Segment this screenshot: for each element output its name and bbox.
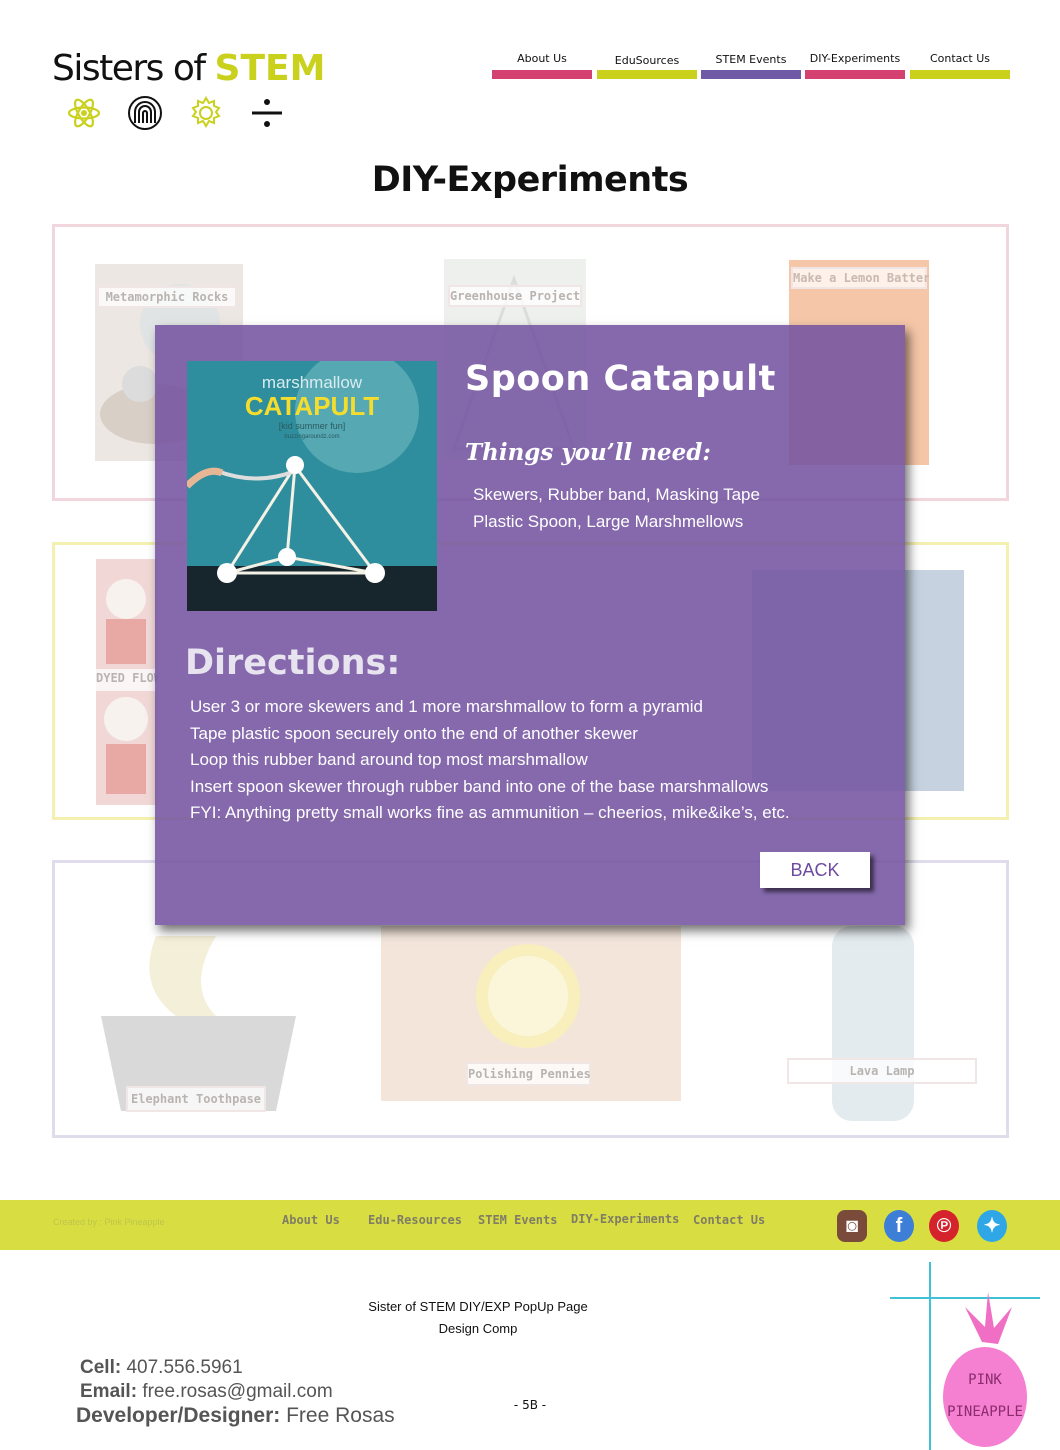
card-caption: Make a Lemon Battery	[791, 267, 929, 289]
cell-label: Cell:	[80, 1357, 122, 1378]
page-number: - 5B -	[513, 1398, 547, 1412]
comp-caption-line: Sister of STEM DIY/EXP PopUp Page	[368, 1299, 588, 1314]
page-title: DIY-Experiments	[371, 160, 689, 200]
directions-list: User 3 or more skewers and 1 more marshm…	[190, 694, 790, 827]
supplies-line: Skewers, Rubber band, Masking Tape	[473, 485, 760, 504]
cell-value: 407.556.5961	[126, 1357, 243, 1378]
pinterest-icon[interactable]: ℗	[929, 1210, 959, 1242]
nav-item-contact[interactable]: Contact Us	[910, 52, 1010, 80]
nav-underline	[805, 70, 905, 79]
nav-label: About Us	[517, 52, 567, 65]
experiment-card-dyed-flowers[interactable]: DYED FLOW	[96, 559, 158, 805]
logo-wordmark: Sisters of STEM	[52, 48, 326, 89]
gear-icon	[188, 95, 224, 131]
nav-label: Contact Us	[929, 52, 991, 65]
directions-heading: Directions:	[185, 643, 401, 683]
pink-pineapple-logo: PINK PINEAPPLE	[890, 1262, 1040, 1450]
experiment-card-elephant-toothpaste[interactable]: Elephant Toothpase	[96, 926, 306, 1126]
image-text-line2: CATAPULT	[244, 391, 380, 421]
brand-mark-line2: PINEAPPLE	[947, 1404, 1023, 1420]
supplies-line: Plastic Spoon, Large Marshmellows	[473, 512, 744, 531]
experiment-card-polishing-pennies[interactable]: Polishing Pennies	[381, 926, 681, 1101]
dev-label: Developer/Designer:	[76, 1404, 281, 1427]
image-text-line4: buzzingaroundz.com	[284, 434, 340, 440]
direction-step: Insert spoon skewer through rubber band …	[190, 776, 769, 796]
twitter-icon[interactable]: ✦	[977, 1210, 1007, 1242]
comp-caption: Sister of STEM DIY/EXP PopUp Page Design…	[300, 1296, 656, 1340]
experiment-card-lava-lamp[interactable]: Lava Lamp	[787, 926, 977, 1126]
supplies-list: Skewers, Rubber band, Masking Tape Plast…	[473, 481, 760, 535]
comp-caption-line: Design Comp	[438, 1321, 518, 1336]
dev-value: Free Rosas	[286, 1404, 395, 1427]
card-caption: Lava Lamp	[787, 1058, 977, 1084]
image-text-line1: marshmallow	[261, 373, 363, 392]
instagram-icon[interactable]: ◙	[837, 1210, 867, 1242]
things-needed-heading: Things you’ll need:	[465, 439, 711, 466]
site-footer: Created by : Pink Pineapple About Us Edu…	[0, 1200, 1060, 1250]
direction-step: Tape plastic spoon securely onto the end…	[190, 723, 638, 743]
top-navigation: About Us EduSources STEM Events DIY-Expe…	[492, 52, 1010, 82]
site-logo[interactable]: Sisters of STEM	[52, 48, 325, 138]
nav-underline	[701, 70, 801, 79]
card-caption: Metamorphic Rocks	[97, 286, 237, 308]
fingerprint-icon	[127, 95, 163, 131]
image-text-line3: [kid summer fun]	[278, 421, 346, 431]
divide-icon	[249, 95, 285, 131]
email-label: Email:	[80, 1381, 138, 1402]
back-button[interactable]: BACK	[760, 852, 870, 888]
nav-item-diy-experiments[interactable]: DIY-Experiments	[805, 52, 905, 80]
experiment-thumbnail	[832, 926, 914, 1121]
experiment-title: Spoon Catapult	[465, 359, 776, 399]
nav-item-edusources[interactable]: EduSources	[597, 52, 697, 80]
catapult-image: marshmallow CATAPULT [kid summer fun] bu…	[187, 361, 437, 611]
footer-link-about[interactable]: About Us	[282, 1213, 340, 1227]
card-caption: Greenhouse Project	[448, 285, 582, 307]
direction-step: Loop this rubber band around top most ma…	[190, 750, 588, 769]
nav-label: STEM Events	[715, 53, 787, 66]
nav-item-stem-events[interactable]: STEM Events	[701, 52, 801, 80]
logo-icons	[66, 96, 285, 130]
card-caption: DYED FLOW	[96, 669, 158, 691]
footer-link-diy-experiments[interactable]: DIY-Experiments	[571, 1212, 679, 1226]
pineapple-icon	[890, 1262, 1040, 1450]
footer-credit: Created by : Pink Pineapple	[53, 1217, 165, 1227]
nav-item-about[interactable]: About Us	[492, 52, 592, 80]
atom-icon	[66, 95, 102, 131]
direction-step: FYI: Anything pretty small works fine as…	[190, 803, 790, 822]
direction-step: User 3 or more skewers and 1 more marshm…	[190, 697, 703, 716]
card-caption: Elephant Toothpase	[126, 1086, 266, 1112]
nav-underline	[492, 70, 592, 79]
designer-contact: Cell: 407.556.5961 Email: free.rosas@gma…	[76, 1356, 395, 1428]
footer-link-edu-resources[interactable]: Edu-Resources	[368, 1213, 462, 1227]
nav-label: EduSources	[614, 54, 680, 67]
nav-underline	[910, 70, 1010, 79]
experiment-popup: marshmallow CATAPULT [kid summer fun] bu…	[155, 325, 905, 925]
nav-label: DIY-Experiments	[809, 52, 901, 65]
facebook-icon[interactable]: f	[884, 1210, 914, 1242]
brand-mark-line1: PINK	[968, 1372, 1002, 1388]
footer-link-contact[interactable]: Contact Us	[693, 1213, 765, 1227]
nav-underline	[597, 70, 697, 79]
footer-link-stem-events[interactable]: STEM Events	[478, 1213, 557, 1227]
card-caption: Polishing Pennies	[466, 1062, 591, 1086]
email-value: free.rosas@gmail.com	[142, 1381, 333, 1402]
